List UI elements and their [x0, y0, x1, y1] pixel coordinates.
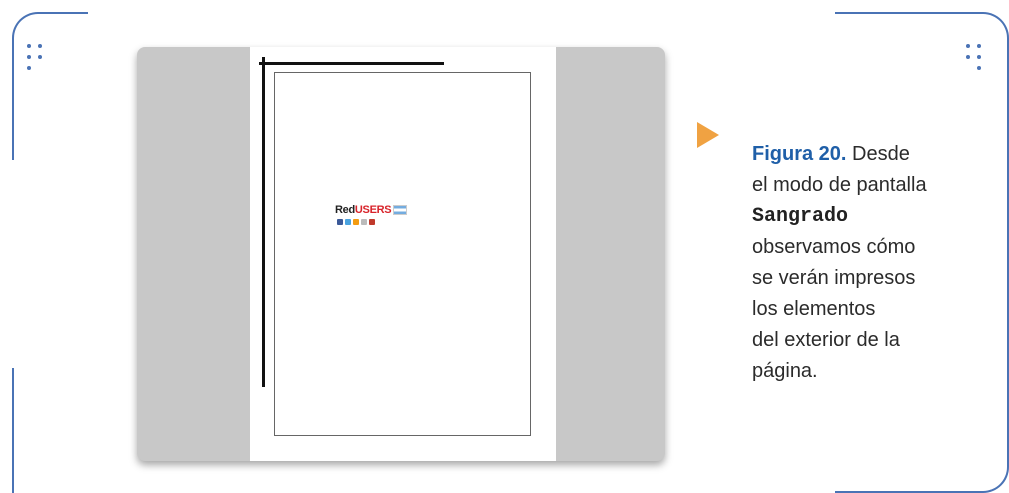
- page-trim-border: [274, 72, 531, 436]
- caption-line-4: observamos cómo: [752, 236, 916, 258]
- social-icons: [337, 219, 435, 225]
- figure-screenshot: Red USERS: [137, 47, 665, 461]
- bleed-line-vertical: [262, 57, 265, 387]
- frame-left-bottom-line: [12, 368, 14, 493]
- dots-decoration-right: [966, 44, 981, 70]
- caption-line-7: del exterior de la: [752, 329, 900, 351]
- rss-icon: [353, 219, 359, 225]
- frame-left-bracket: [12, 12, 88, 160]
- figure-label: Figura 20.: [752, 143, 847, 165]
- caption-line-8: página.: [752, 360, 818, 382]
- mail-icon: [361, 219, 367, 225]
- flag-icon: [393, 205, 408, 215]
- twitter-icon: [345, 219, 351, 225]
- caption-line-6: los elementos: [752, 298, 876, 320]
- dots-decoration-left: [27, 44, 42, 70]
- facebook-icon: [337, 219, 343, 225]
- caption-line-1: Desde: [852, 143, 910, 165]
- caption-line-2: el modo de pantalla: [752, 174, 927, 196]
- logo-prefix: Red: [335, 204, 355, 216]
- redusers-logo: Red USERS: [335, 204, 435, 244]
- logo-brand: USERS: [354, 204, 392, 216]
- figure-caption: Figura 20. Desde el modo de pantalla San…: [752, 139, 992, 387]
- bleed-line-horizontal: [259, 62, 444, 65]
- caption-line-5: se verán impresos: [752, 267, 916, 289]
- caption-arrow-icon: [697, 122, 719, 148]
- youtube-icon: [369, 219, 375, 225]
- caption-keyword: Sangrado: [752, 205, 849, 228]
